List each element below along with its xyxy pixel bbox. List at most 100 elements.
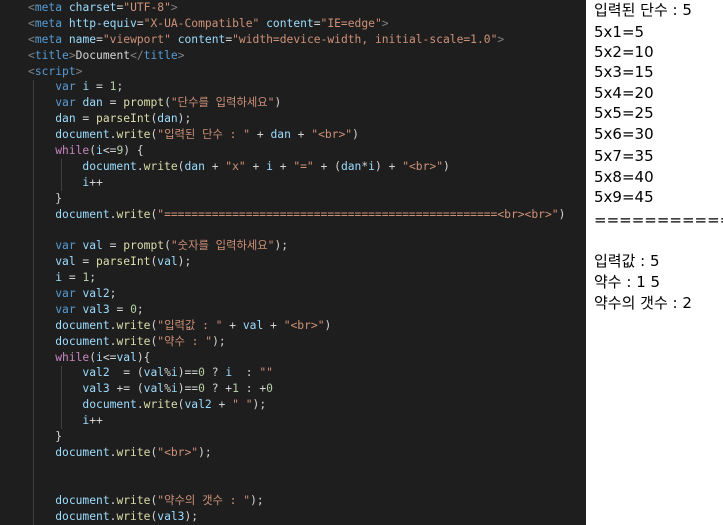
code-token: )== [177, 382, 199, 396]
code-token: script [34, 64, 76, 78]
code-token: + [222, 318, 243, 332]
code-token: . [136, 159, 144, 173]
output-line: 5x8=40 [594, 168, 654, 186]
code-token: ); [177, 255, 192, 269]
code-editor-pane[interactable]: <meta charset="UTF-8"> <meta http-equiv="… [0, 0, 586, 525]
code-line: while(i<=9) { [28, 143, 586, 159]
code-token: : [232, 366, 260, 380]
code-token: "입력된 단수 : " [157, 128, 251, 142]
code-token: document [55, 318, 110, 332]
code-token: while [55, 144, 90, 158]
output-line: 입력값 : 5 [594, 252, 660, 270]
code-token: } [28, 191, 63, 205]
code-token: "약수 : " [157, 334, 213, 348]
code-token: 1 [232, 382, 239, 396]
code-token: i [96, 144, 103, 158]
code-token: val [82, 239, 103, 253]
output-line: 약수 : 1 5 [594, 273, 661, 291]
code-token: ); [212, 334, 226, 348]
code-token: . [136, 398, 144, 412]
code-line: } [28, 429, 586, 445]
code-token: ; [136, 302, 144, 316]
code-token: <= [102, 350, 117, 364]
code-token: < [28, 32, 35, 46]
code-token: val3 [157, 509, 185, 523]
code-token: < [28, 64, 35, 78]
code-token: title [34, 48, 69, 62]
code-line: <meta http-equiv="X-UA-Compatible" conte… [28, 16, 586, 32]
code-token: > [170, 1, 178, 14]
code-line: document.write("입력된 단수 : " + dan + "<br>… [28, 127, 586, 143]
code-token: document [55, 509, 110, 523]
code-token: ); [274, 239, 289, 253]
code-token: + [245, 159, 267, 173]
code-token: ; [116, 80, 124, 94]
code-line: document.write("========================… [28, 207, 586, 223]
code-token: = [75, 255, 97, 269]
code-token: "<br>" [157, 445, 199, 459]
code-line: dan = parseInt(dan); [28, 111, 586, 127]
code-line: document.write(dan + "x" + i + "=" + (da… [28, 159, 586, 175]
code-token: "" [259, 366, 273, 380]
code-token: dan [270, 128, 291, 142]
code-token: ++ [89, 175, 103, 189]
code-token: = [313, 16, 321, 30]
code-token: ) + [374, 159, 403, 173]
code-token: parseInt [96, 255, 151, 269]
code-token: i [96, 350, 103, 364]
code-token: val2 [82, 287, 110, 301]
code-token: ; [89, 271, 97, 285]
code-token: content [266, 16, 314, 30]
code-token: write [116, 318, 151, 332]
code-token: val3 [82, 302, 110, 316]
code-token: 0 [198, 382, 205, 396]
code-token: )== [177, 366, 199, 380]
code-token: = [75, 112, 97, 126]
code-token: = [136, 16, 144, 30]
code-line: var dan = prompt("단수를 입력하세요") [28, 95, 586, 111]
code-token: write [116, 128, 151, 142]
output-line: 5x4=20 [594, 84, 654, 102]
code-token: "width=device-width, initial-scale=1.0" [232, 32, 498, 46]
code-line: } [28, 191, 586, 207]
code-text[interactable]: <meta charset="UTF-8"> <meta http-equiv="… [28, 0, 586, 524]
code-token: document [82, 159, 137, 173]
code-token: i [266, 159, 273, 173]
code-token: val2 [184, 398, 212, 412]
code-token: += ( [109, 382, 144, 396]
code-token: "UTF-8" [123, 1, 171, 14]
code-token: write [143, 159, 178, 173]
code-token: ){ [136, 350, 151, 364]
code-token: + [263, 318, 284, 332]
code-token: < [28, 48, 35, 62]
code-token: val [55, 255, 76, 269]
code-token: document [82, 398, 137, 412]
code-token: write [116, 445, 151, 459]
code-token: document [55, 128, 110, 142]
code-token: ); [198, 445, 212, 459]
code-token: meta [34, 16, 63, 30]
code-token: = [89, 80, 110, 94]
code-line: <meta charset="UTF-8"> [28, 0, 586, 16]
code-token: ? [204, 366, 226, 380]
code-token: > [68, 48, 76, 62]
code-line: val3 += (val%i)==0 ? +1 : +0 [28, 381, 586, 397]
code-line: i++ [28, 175, 586, 191]
code-token: "viewport" [102, 32, 171, 46]
code-token: ) [324, 318, 332, 332]
code-line: i++ [28, 413, 586, 429]
code-line: i = 1; [28, 270, 586, 286]
code-token: + [250, 128, 271, 142]
code-token: > [497, 32, 505, 46]
code-token: = [102, 239, 124, 253]
code-token: var [55, 239, 76, 253]
